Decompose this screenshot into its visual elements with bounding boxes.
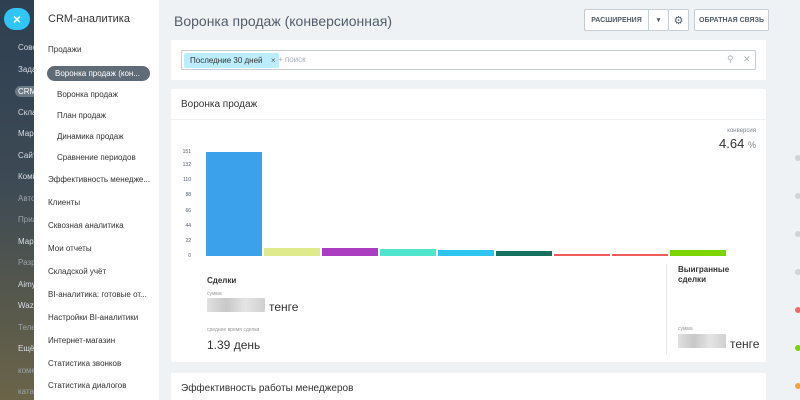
feedback-button[interactable]: ОБРАТНАЯ СВЯЗЬ [694, 9, 769, 31]
portal-menu-item[interactable]: Ещё [18, 344, 34, 353]
sidebar-item[interactable]: Статистика диалогов [48, 381, 126, 390]
sidebar-item[interactable]: Воронка продаж [57, 90, 118, 99]
y-tick-label: 22 [185, 237, 191, 244]
y-tick-label: 0 [188, 253, 191, 259]
sidebar-item[interactable]: Сравнение периодов [57, 153, 136, 162]
sidebar-item[interactable]: Клиенты [48, 198, 80, 207]
remove-filter-icon[interactable]: × [271, 53, 276, 68]
conversion-label: конверсия [727, 128, 756, 134]
sidebar-item[interactable]: Мои отчеты [48, 244, 92, 253]
filter-search-box[interactable]: Последние 30 дней × + поиск ⚲ ✕ [181, 50, 756, 70]
sales-funnel-card: Воронка продаж конверсия 4.64 % 151 132 11… [171, 89, 766, 362]
extensions-button[interactable]: РАСШИРЕНИЯ ▾ [584, 9, 669, 31]
portal-menu-item[interactable]: Комі [18, 172, 34, 181]
page-title: Воронка продаж (конверсионная) [174, 13, 393, 29]
portal-menu-item[interactable]: Теле [18, 323, 34, 332]
y-tick-label: 110 [183, 177, 191, 184]
search-icon[interactable]: ⚲ [727, 54, 734, 65]
search-input[interactable]: + поиск [278, 55, 306, 64]
sidebar-item[interactable]: Статистика звонков [48, 359, 121, 368]
portal-menu-item[interactable]: Разр [18, 258, 34, 267]
sidebar-item[interactable]: Динамика продаж [57, 132, 124, 141]
conversion-unit: % [747, 140, 756, 150]
divider [171, 119, 766, 120]
sidebar-item[interactable]: План продаж [57, 111, 106, 120]
filter-panel: Последние 30 дней × + поиск ⚲ ✕ [171, 40, 766, 80]
edge-dot [795, 307, 800, 313]
managers-card: Эффективность работы менеджеров [171, 373, 766, 400]
y-tick-label: 151 [182, 149, 191, 155]
y-tick-label: 88 [185, 192, 191, 199]
crm-analytics-sidebar: CRM-аналитика Продажи Воронка продаж (кон… [34, 0, 159, 400]
portal-menu-item[interactable]: коме [18, 366, 34, 375]
edge-dot [795, 155, 800, 161]
portal-menu-item[interactable]: Мар [18, 129, 34, 138]
avg-time-label: среднее время сделки [207, 327, 260, 333]
managers-title: Эффективность работы менеджеров [181, 383, 354, 394]
portal-menu-item[interactable]: Aimy [18, 280, 34, 289]
menu-toggle-button[interactable]: × [4, 8, 30, 30]
y-tick-label: 132 [182, 162, 191, 169]
portal-menu-item[interactable]: CRM [15, 86, 34, 97]
portal-menu-item[interactable]: Авто [18, 194, 34, 203]
won-sum-label: сумма [678, 326, 693, 332]
funnel-bar[interactable] [206, 152, 262, 256]
portal-menu-item[interactable]: Сайт [18, 151, 34, 160]
y-tick-label: 44 [185, 222, 191, 229]
blurred-sum [207, 298, 265, 312]
blurred-won-sum [678, 334, 726, 348]
deals-sum-currency: тенге [269, 300, 299, 314]
funnel-bar[interactable] [264, 247, 320, 256]
funnel-bar[interactable] [496, 251, 552, 256]
period-filter-label: Последние 30 дней [190, 56, 263, 65]
funnel-title: Воронка продаж [181, 99, 258, 110]
clear-icon[interactable]: ✕ [743, 54, 751, 65]
funnel-bar[interactable] [322, 248, 378, 256]
sidebar-item[interactable]: Складской учёт [48, 267, 106, 276]
close-icon: × [12, 11, 22, 27]
sidebar-item[interactable]: Эффективность менедже... [48, 175, 150, 184]
edge-dot [795, 269, 800, 275]
portal-menu-item[interactable]: Waza [18, 301, 34, 310]
funnel-bar[interactable] [438, 250, 494, 256]
funnel-bar[interactable] [554, 254, 610, 256]
period-filter-chip[interactable]: Последние 30 дней × [184, 53, 279, 68]
y-tick-label: 66 [185, 207, 191, 214]
chevron-down-icon[interactable]: ▾ [648, 10, 668, 30]
sidebar-item[interactable]: Настройки BI-аналитики [48, 313, 138, 322]
deals-sum-label: сумма [207, 291, 222, 297]
portal-menu-item[interactable]: Зада [18, 65, 34, 74]
conversion-number: 4.64 [719, 136, 745, 151]
deals-heading: Сделки [207, 276, 237, 285]
sidebar-item[interactable]: Сквозная аналитика [48, 221, 124, 230]
edge-dot [795, 345, 800, 351]
edge-dot [795, 231, 800, 237]
sidebar-item[interactable]: Воронка продаж (кон... [47, 66, 150, 81]
gear-icon: ⚙ [673, 14, 684, 27]
funnel-bar[interactable] [670, 250, 726, 256]
portal-left-menu: × Сове Зада CRM Скла Мар Сайт Комі Авто Прил Мар Р… [0, 0, 34, 400]
sidebar-item[interactable]: BI-аналитика: готовые от... [48, 290, 147, 299]
edge-dot [795, 383, 800, 389]
sidebar-item[interactable]: Интернет-магазин [48, 336, 115, 345]
won-sum-currency: тенге [730, 337, 760, 351]
funnel-bar[interactable] [612, 254, 668, 256]
funnel-bar[interactable] [380, 249, 436, 256]
sidebar-title: CRM-аналитика [48, 13, 130, 25]
portal-menu-item[interactable]: Прил [18, 215, 34, 224]
conversion-value: 4.64 % [719, 136, 756, 151]
edge-dot [795, 193, 800, 199]
extensions-label: РАСШИРЕНИЯ [591, 16, 642, 24]
portal-menu-item[interactable]: ката [18, 387, 34, 396]
portal-menu-item[interactable]: Мар [18, 237, 34, 246]
settings-button[interactable]: ⚙ [669, 9, 689, 31]
sidebar-item[interactable]: Продажи [48, 45, 81, 54]
won-deals-heading: Выигранные сделки [678, 265, 730, 284]
avg-time-value: 1.39 день [207, 338, 261, 352]
deals-stats: Сделки сумма тенге среднее время сделки … [207, 264, 667, 354]
portal-menu-item[interactable]: Сове [18, 43, 34, 52]
right-edge-panel [782, 0, 800, 400]
portal-menu-item[interactable]: Скла [18, 108, 34, 117]
